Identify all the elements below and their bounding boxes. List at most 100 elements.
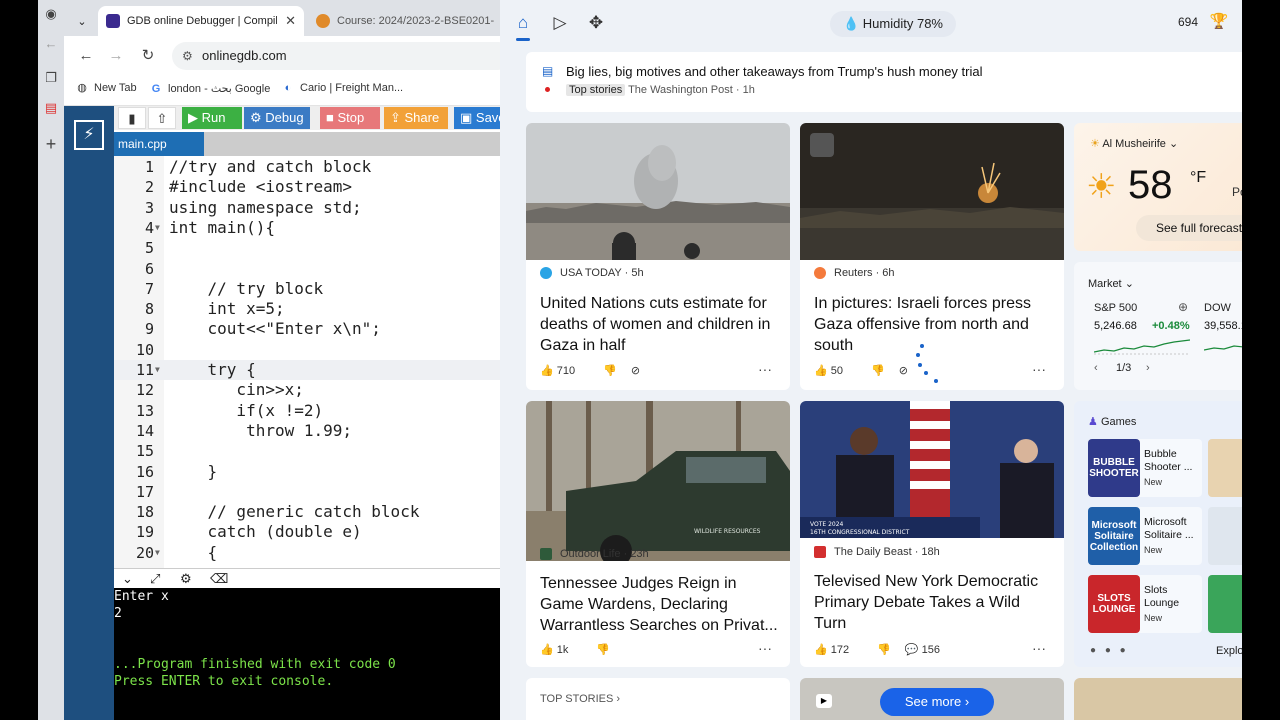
share-button[interactable]: ⇪ Share	[384, 107, 448, 129]
code-line[interactable]: 12 cin>>x;	[114, 380, 500, 400]
profile-icon[interactable]: ◉	[41, 4, 61, 24]
dislike-icon[interactable]: 👎	[603, 364, 617, 377]
code-line[interactable]: 4 ▼ int main(){	[114, 218, 500, 238]
tab-course[interactable]: Course: 2024/2023-2-BSE0201-	[308, 6, 500, 36]
puzzle-icon[interactable]: ✥	[583, 10, 609, 36]
chess-thumbnail[interactable]	[1208, 439, 1242, 497]
trophy-icon[interactable]: 🏆	[1208, 12, 1230, 34]
see-more-button[interactable]: See more ›	[880, 688, 994, 716]
like-button[interactable]: 👍 172	[814, 643, 863, 656]
code-line[interactable]: 3 using namespace std;	[114, 198, 500, 218]
code-line[interactable]: 5	[114, 238, 500, 258]
collapse-chevron-icon[interactable]: ⌄	[122, 571, 133, 587]
games-widget[interactable]: ♟ Games BUBBLE SHOOTER Bubble Shooter ..…	[1074, 401, 1242, 667]
hide-icon[interactable]: ⊘	[631, 364, 640, 377]
debug-button[interactable]: ⚙ Debug	[244, 107, 310, 129]
dislike-icon[interactable]: 👎	[596, 643, 610, 656]
card-title[interactable]: Televised New York Democratic Primary De…	[814, 571, 1052, 634]
more-options-icon[interactable]: ···	[758, 361, 772, 377]
like-button[interactable]: 👍 1k	[540, 643, 582, 656]
game-tile[interactable]: BUBBLE SHOOTER Bubble Shooter ... New	[1088, 439, 1202, 497]
fold-arrow-icon[interactable]: ▼	[155, 543, 160, 563]
game-tile[interactable]: SLOTS LOUNGE Slots Lounge New	[1088, 575, 1202, 633]
code-line[interactable]: 8 int x=5;	[114, 299, 500, 319]
more-options-icon[interactable]: ···	[1032, 640, 1046, 656]
like-button[interactable]: 👍 50	[814, 364, 857, 377]
code-line[interactable]: 15	[114, 441, 500, 461]
bookmark-google[interactable]: Glondon - بحث Google	[150, 82, 271, 96]
forward-arrow-icon[interactable]: →	[106, 46, 126, 66]
top-stories-link[interactable]: TOP STORIES ›	[540, 693, 620, 705]
game-tile[interactable]: Microsoft Solitaire Collection Microsoft…	[1088, 507, 1202, 565]
car-game-thumbnail[interactable]	[1208, 507, 1242, 565]
hide-icon[interactable]: ⊘	[899, 364, 908, 377]
top-stories-card[interactable]: TOP STORIES ›	[526, 678, 790, 720]
site-info-icon[interactable]: ⚙	[182, 42, 193, 70]
food-card[interactable]	[1074, 678, 1242, 720]
code-line[interactable]: 10	[114, 340, 500, 360]
new-tab-plus-icon[interactable]: +	[41, 134, 61, 154]
ball-game-thumbnail[interactable]	[1208, 575, 1242, 633]
expand-icon[interactable]: ⤢	[150, 571, 160, 587]
back-icon-vertical[interactable]: ←	[41, 34, 61, 54]
close-tab-icon[interactable]: ✕	[285, 13, 296, 29]
bookmark-new-tab[interactable]: ◍ New Tab	[76, 82, 136, 94]
run-button[interactable]: ▶ Run	[182, 107, 242, 129]
code-line[interactable]: 9 cout<<"Enter x\n";	[114, 319, 500, 339]
code-line[interactable]: 20 ▼ {	[114, 543, 500, 563]
fold-arrow-icon[interactable]: ▼	[155, 360, 160, 380]
upload-icon[interactable]: ⇧	[148, 107, 176, 129]
video-card[interactable]: ▶ See more ›	[800, 678, 1064, 720]
clear-console-icon[interactable]: ⌫	[210, 571, 228, 587]
explore-link[interactable]: Explo	[1216, 645, 1242, 657]
comments-button[interactable]: 💬 156	[905, 643, 954, 656]
code-line[interactable]: 2 #include <iostream>	[114, 177, 500, 197]
fold-arrow-icon[interactable]: ▼	[155, 218, 160, 238]
news-card[interactable]: USA TODAY · 5h United Nations cuts estim…	[526, 123, 790, 390]
reload-icon[interactable]: ↻	[138, 46, 158, 66]
code-line[interactable]: 18 // generic catch block	[114, 502, 500, 522]
humidity-pill[interactable]: 💧 Humidity 78%	[830, 11, 956, 37]
home-icon[interactable]: ⌂	[510, 10, 536, 36]
market-widget[interactable]: Market ⌄ S&P 500 ⊕ 5,246.68 +0.48% DOW 3…	[1074, 262, 1242, 390]
code-line[interactable]: 17	[114, 482, 500, 502]
see-forecast-button[interactable]: See full forecast	[1136, 215, 1242, 241]
next-page-icon[interactable]: ›	[1146, 362, 1150, 374]
carousel-dots[interactable]: ● ● ●	[1090, 645, 1129, 656]
back-arrow-icon[interactable]: ←	[76, 46, 96, 66]
video-icon[interactable]: ▷	[547, 10, 573, 36]
weather-widget[interactable]: ☀ Al Musheirife ⌄ ☀ 58 °F Po See full fo…	[1074, 123, 1242, 251]
tab-actions-icon[interactable]: ❐	[41, 68, 61, 88]
news-card[interactable]: VOTE 2024 16TH CONGRESSIONAL DISTRICT Th…	[800, 401, 1064, 667]
code-line[interactable]: 7 // try block	[114, 279, 500, 299]
code-line[interactable]: 19 catch (double e)	[114, 522, 500, 542]
stop-button[interactable]: ■ Stop	[320, 107, 380, 129]
file-tab-main[interactable]: main.cpp	[114, 132, 204, 156]
output-console[interactable]: Enter x 2 ...Program finished with exit …	[114, 588, 500, 720]
add-watchlist-icon[interactable]: ⊕	[1178, 300, 1188, 314]
card-title[interactable]: Tennessee Judges Reign in Game Wardens, …	[540, 573, 778, 636]
save-button[interactable]: ▣ Save	[454, 107, 500, 129]
like-button[interactable]: 👍 710	[540, 364, 589, 377]
news-card[interactable]: Reuters · 6h In pictures: Israeli forces…	[800, 123, 1064, 390]
code-editor[interactable]: 1 //try and catch block 2 #include <iostrea…	[114, 156, 500, 568]
settings-gear-icon[interactable]: ⚙	[180, 571, 192, 587]
tab-gdb[interactable]: GDB online Debugger | Compile ✕	[98, 6, 304, 36]
more-options-icon[interactable]: ···	[1032, 361, 1046, 377]
code-line[interactable]: 14 throw 1.99;	[114, 421, 500, 441]
market-title[interactable]: Market ⌄	[1088, 277, 1134, 290]
gdb-logo-icon[interactable]: ⚡	[74, 120, 104, 150]
code-line[interactable]: 16 }	[114, 462, 500, 482]
code-line[interactable]: 1 //try and catch block	[114, 157, 500, 177]
code-line[interactable]: 6	[114, 259, 500, 279]
news-card[interactable]: WILDLIFE RESOURCES Outdoor Life · 23h Te…	[526, 401, 790, 667]
dislike-icon[interactable]: 👎	[877, 643, 891, 656]
hero-headline[interactable]: Big lies, big motives and other takeaway…	[566, 64, 983, 79]
weather-location[interactable]: ☀ Al Musheirife ⌄	[1090, 137, 1178, 150]
pdf-icon[interactable]: ▤	[41, 98, 61, 118]
bookmark-cario[interactable]: ◐ Cario | Freight Man...	[282, 82, 403, 94]
new-file-icon[interactable]: ▮	[118, 107, 146, 129]
address-bar[interactable]: ⚙ onlinegdb.com	[172, 42, 512, 70]
prev-page-icon[interactable]: ‹	[1094, 362, 1098, 374]
hero-headline-card[interactable]: ▤ Big lies, big motives and other takeaw…	[526, 52, 1242, 112]
